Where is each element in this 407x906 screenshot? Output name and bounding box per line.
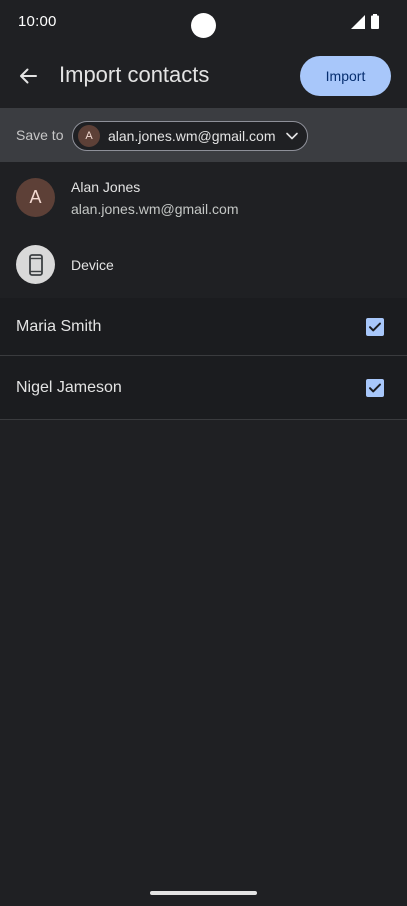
save-to-label: Save to <box>16 127 64 143</box>
import-button[interactable]: Import <box>300 56 391 96</box>
page-title: Import contacts <box>59 62 210 87</box>
device-avatar <box>16 245 55 284</box>
contact-name: Maria Smith <box>16 317 102 335</box>
back-button[interactable] <box>12 56 44 96</box>
contact-name: Nigel Jameson <box>16 378 122 396</box>
account-email: alan.jones.wm@gmail.com <box>71 201 239 217</box>
account-row: A Alan Jones alan.jones.wm@gmail.com <box>0 162 407 232</box>
check-icon <box>369 322 381 331</box>
device-label: Device <box>71 257 114 273</box>
contact-checkbox[interactable] <box>366 378 384 397</box>
chip-email: alan.jones.wm@gmail.com <box>108 128 276 144</box>
status-time: 10:00 <box>18 13 57 30</box>
contact-checkbox[interactable] <box>366 317 384 336</box>
chip-avatar: A <box>78 125 100 147</box>
home-indicator[interactable] <box>150 891 257 895</box>
app-bar: Import contacts Import <box>0 44 407 108</box>
status-bar: 10:00 <box>0 0 407 44</box>
list-item[interactable]: Maria Smith <box>0 298 407 356</box>
phone-icon <box>28 253 43 276</box>
account-selector-chip[interactable]: A alan.jones.wm@gmail.com <box>72 121 308 151</box>
arrow-back-icon <box>20 68 37 84</box>
avatar: A <box>16 178 55 217</box>
list-item[interactable]: Nigel Jameson <box>0 356 407 420</box>
check-icon <box>369 383 381 392</box>
contacts-list: Maria Smith Nigel Jameson <box>0 298 407 420</box>
battery-icon <box>371 14 379 29</box>
chevron-down-icon <box>285 132 298 140</box>
device-row: Device <box>0 232 407 298</box>
signal-icon <box>351 15 365 29</box>
camera-cutout <box>191 13 216 38</box>
account-name: Alan Jones <box>71 179 141 195</box>
